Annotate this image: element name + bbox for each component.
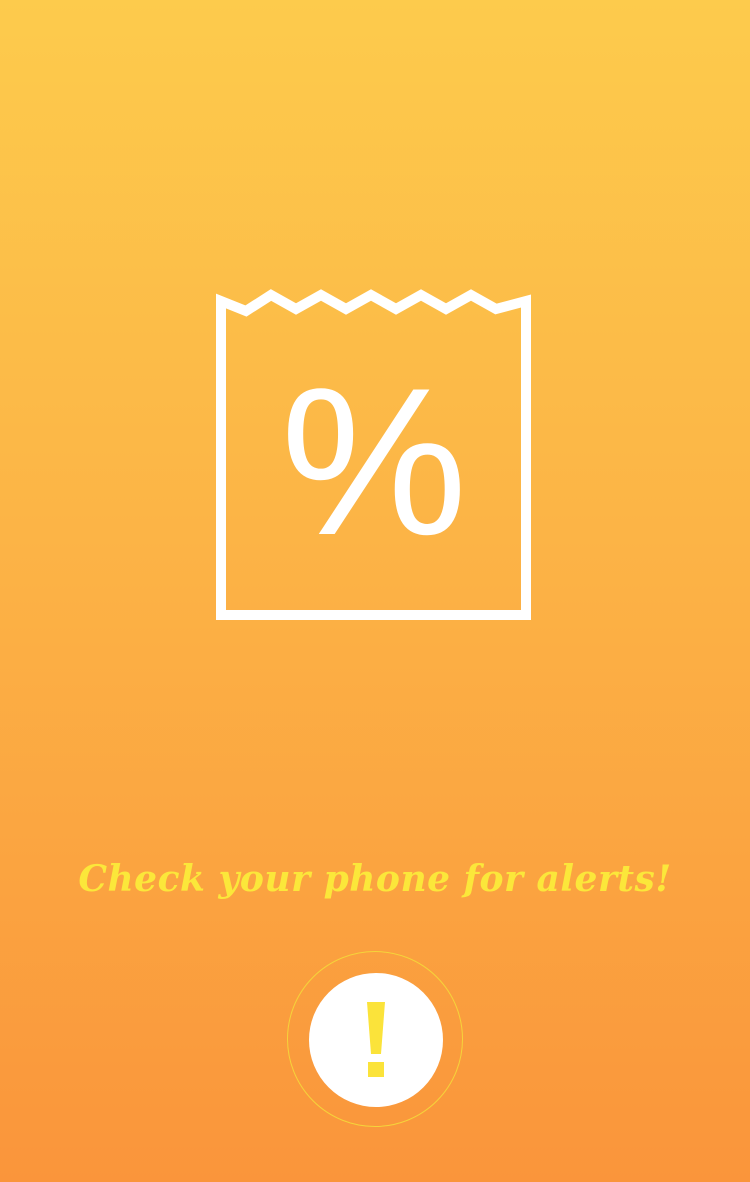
percent-coupon-icon: % xyxy=(216,289,531,620)
percent-symbol: % xyxy=(281,344,468,579)
onboarding-screen: % Check your phone for alerts! xyxy=(0,0,750,1182)
alert-button[interactable] xyxy=(287,951,463,1127)
exclamation-icon xyxy=(367,1002,385,1077)
alert-button-face[interactable] xyxy=(309,973,443,1107)
alert-message: Check your phone for alerts! xyxy=(78,858,672,900)
